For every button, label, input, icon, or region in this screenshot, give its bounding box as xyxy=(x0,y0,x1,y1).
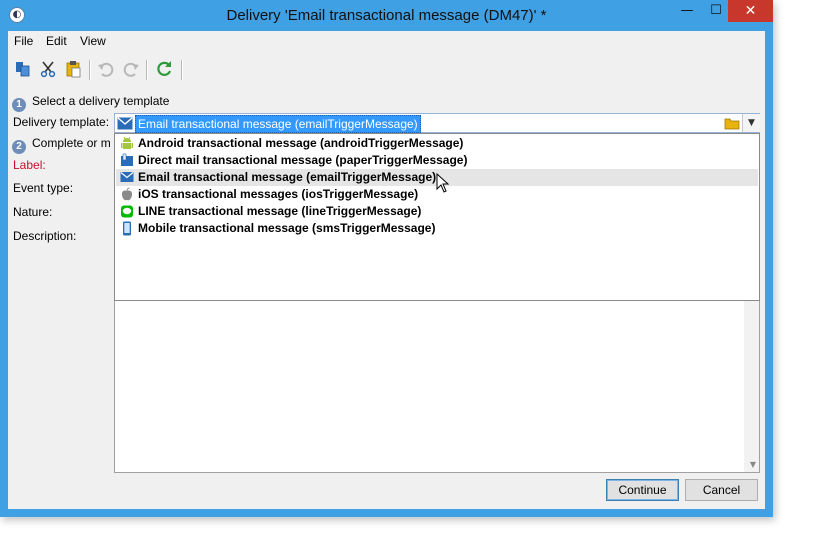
email-icon xyxy=(120,172,134,182)
apple-icon xyxy=(121,187,133,201)
dropdown-item-label: Mobile transactional message (smsTrigger… xyxy=(138,221,436,235)
minimize-button[interactable]: — xyxy=(673,0,701,22)
undo-icon[interactable] xyxy=(96,59,116,79)
android-icon xyxy=(121,136,133,149)
dropdown-item-direct-mail[interactable]: Direct mail transactional message (paper… xyxy=(116,152,758,169)
new-icon[interactable] xyxy=(13,59,33,79)
dropdown-item-label: Email transactional message (emailTrigge… xyxy=(138,170,437,184)
step-number: 2 xyxy=(12,140,26,154)
delivery-template-combo[interactable]: Email transactional message (emailTrigge… xyxy=(114,113,760,133)
menu-file[interactable]: File xyxy=(14,34,33,48)
dropdown-item-label: iOS transactional messages (iosTriggerMe… xyxy=(138,187,419,201)
chevron-down-icon[interactable]: ▼ xyxy=(742,114,760,132)
menu-edit[interactable]: Edit xyxy=(46,34,67,48)
dropdown-item-label: Direct mail transactional message (paper… xyxy=(138,153,468,167)
step-2-text: Complete or m xyxy=(32,136,111,150)
nature-label: Nature: xyxy=(13,205,53,219)
dropdown-item-label: Android transactional message (androidTr… xyxy=(138,136,464,150)
toolbar-separator xyxy=(181,60,183,80)
label-field-label: Label: xyxy=(13,158,46,172)
direct-mail-icon xyxy=(121,153,133,166)
toolbar-separator xyxy=(89,60,91,80)
toolbar-separator xyxy=(146,60,148,80)
dropdown-item-label: LINE transactional message (lineTriggerM… xyxy=(138,204,422,218)
continue-button[interactable]: Continue xyxy=(606,479,679,501)
email-icon xyxy=(117,117,133,130)
step-2: 2 Complete or m xyxy=(12,136,111,154)
close-button[interactable]: ✕ xyxy=(728,0,773,22)
toolbar xyxy=(8,55,765,83)
mouse-cursor-icon xyxy=(436,173,450,193)
vertical-scrollbar[interactable]: ▼ xyxy=(744,301,759,472)
paste-icon[interactable] xyxy=(64,59,84,79)
maximize-button[interactable]: ☐ xyxy=(702,0,730,22)
dropdown-item-mobile[interactable]: Mobile transactional message (smsTrigger… xyxy=(116,220,758,237)
scroll-down-icon[interactable]: ▼ xyxy=(750,460,756,469)
description-label: Description: xyxy=(13,229,77,243)
menu-view[interactable]: View xyxy=(80,34,106,48)
delivery-template-label: Delivery template: xyxy=(13,115,110,129)
refresh-icon[interactable] xyxy=(154,59,174,79)
step-number: 1 xyxy=(12,98,26,112)
event-type-label: Event type: xyxy=(13,181,74,195)
dialog-window: ◐ Delivery 'Email transactional message … xyxy=(0,0,773,517)
dropdown-item-android[interactable]: Android transactional message (androidTr… xyxy=(116,135,758,152)
folder-icon[interactable] xyxy=(724,116,740,130)
redo-icon[interactable] xyxy=(121,59,141,79)
template-dropdown-list: Android transactional message (androidTr… xyxy=(114,133,760,301)
menu-bar: File Edit View xyxy=(8,31,765,51)
delivery-template-value[interactable]: Email transactional message (emailTrigge… xyxy=(135,115,421,133)
step-1-text: Select a delivery template xyxy=(32,94,170,108)
cut-icon[interactable] xyxy=(38,59,58,79)
dropdown-item-line[interactable]: LINE transactional message (lineTriggerM… xyxy=(116,203,758,220)
window-title: Delivery 'Email transactional message (D… xyxy=(226,7,547,24)
title-bar[interactable]: ◐ Delivery 'Email transactional message … xyxy=(0,0,773,32)
mobile-icon xyxy=(123,221,131,236)
cancel-button[interactable]: Cancel xyxy=(685,479,758,501)
step-1: 1 Select a delivery template xyxy=(12,94,169,112)
line-icon xyxy=(121,205,133,218)
description-textarea[interactable]: ▼ xyxy=(114,301,760,473)
dialog-client-area: File Edit View 1 Select a delivery templ… xyxy=(8,31,765,509)
